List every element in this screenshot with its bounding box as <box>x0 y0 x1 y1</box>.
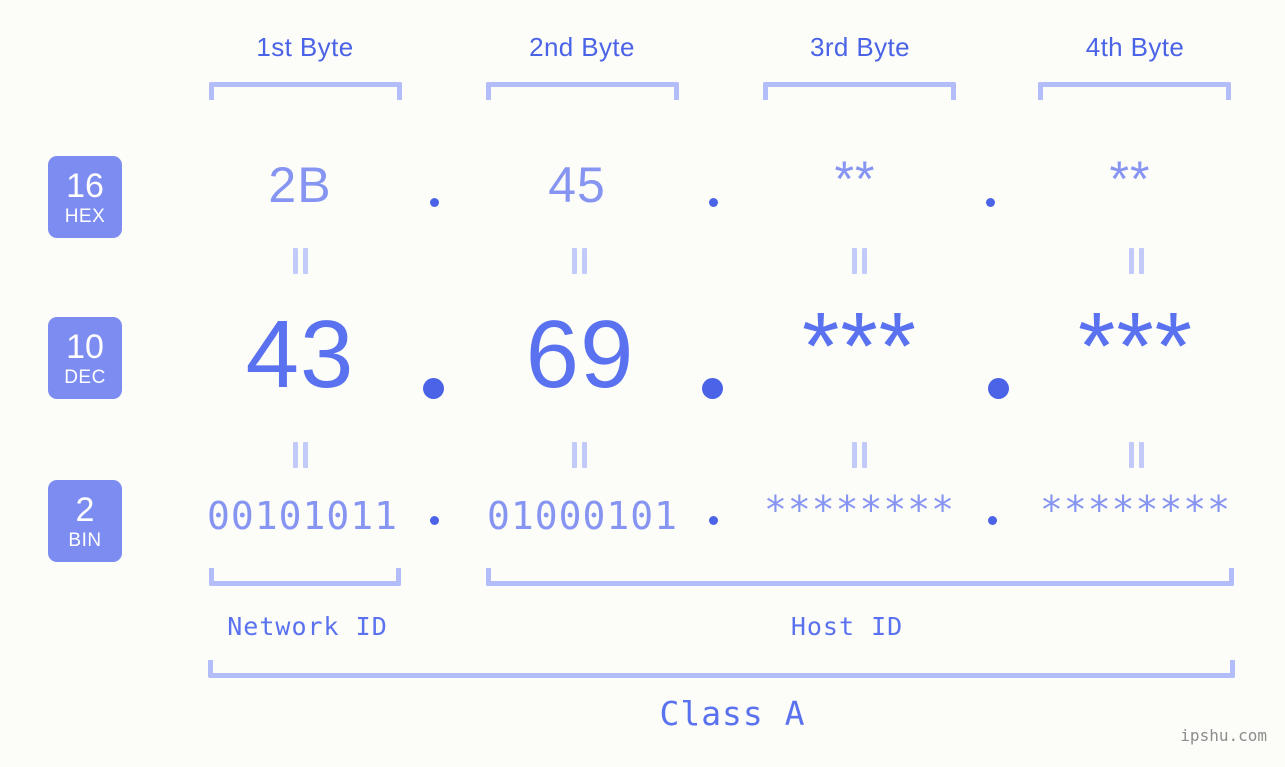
equals-mark-1-3 <box>852 248 867 274</box>
byte-bracket-top-3 <box>763 82 956 100</box>
byte-bracket-top-2 <box>486 82 679 100</box>
host-id-bracket <box>486 568 1234 586</box>
network-id-label: Network ID <box>227 612 388 641</box>
dec-separator-dot-1 <box>423 378 444 399</box>
dec-byte-4: *** <box>1077 293 1194 400</box>
hex-byte-1: 2B <box>268 157 332 213</box>
network-id-bracket <box>209 568 401 586</box>
radix-badge-hex-abbr: HEX <box>64 205 106 227</box>
dec-byte-2: 69 <box>525 301 635 408</box>
dec-separator-dot-3 <box>988 378 1009 399</box>
byte-header-3: 3rd Byte <box>809 32 911 62</box>
byte-bracket-top-1 <box>209 82 402 100</box>
host-id-label: Host ID <box>790 612 904 641</box>
dec-separator-dot-2 <box>702 378 723 399</box>
bin-byte-3: ******** <box>763 488 956 532</box>
class-bracket <box>208 660 1235 678</box>
hex-byte-2: 45 <box>548 157 606 213</box>
byte-bracket-top-4 <box>1038 82 1231 100</box>
class-label: Class A <box>659 694 806 733</box>
bin-separator-dot-3 <box>988 516 997 525</box>
bin-byte-2: 01000101 <box>486 494 679 538</box>
radix-badge-bin-number: 2 <box>75 490 95 529</box>
dec-byte-1: 43 <box>245 301 355 408</box>
equals-mark-2-3 <box>852 442 867 468</box>
byte-header-2: 2nd Byte <box>529 32 635 62</box>
equals-mark-1-2 <box>572 248 587 274</box>
byte-header-4: 4th Byte <box>1085 32 1185 62</box>
radix-badge-dec-abbr: DEC <box>64 366 106 388</box>
radix-badge-dec-number: 10 <box>66 327 104 366</box>
hex-separator-dot-3 <box>986 198 995 207</box>
equals-mark-1-1 <box>293 248 308 274</box>
hex-byte-4: ** <box>1109 151 1151 207</box>
hex-separator-dot-1 <box>430 198 439 207</box>
hex-separator-dot-2 <box>709 198 718 207</box>
dec-byte-3: *** <box>801 293 918 400</box>
radix-badge-bin: 2 BIN <box>48 480 122 562</box>
byte-header-1: 1st Byte <box>256 32 354 62</box>
hex-byte-3: ** <box>834 151 876 207</box>
equals-mark-2-4 <box>1129 442 1144 468</box>
bin-byte-1: 00101011 <box>206 494 399 538</box>
radix-badge-dec: 10 DEC <box>48 317 122 399</box>
radix-badge-hex: 16 HEX <box>48 156 122 238</box>
radix-badge-bin-abbr: BIN <box>68 529 102 551</box>
equals-mark-2-1 <box>293 442 308 468</box>
equals-mark-1-4 <box>1129 248 1144 274</box>
site-watermark: ipshu.com <box>1180 726 1267 745</box>
radix-badge-hex-number: 16 <box>66 166 104 205</box>
ip-byte-diagram: 1st Byte 2nd Byte 3rd Byte 4th Byte 16 H… <box>0 0 1285 767</box>
bin-byte-4: ******** <box>1039 488 1232 532</box>
equals-mark-2-2 <box>572 442 587 468</box>
bin-separator-dot-2 <box>709 516 718 525</box>
bin-separator-dot-1 <box>430 516 439 525</box>
